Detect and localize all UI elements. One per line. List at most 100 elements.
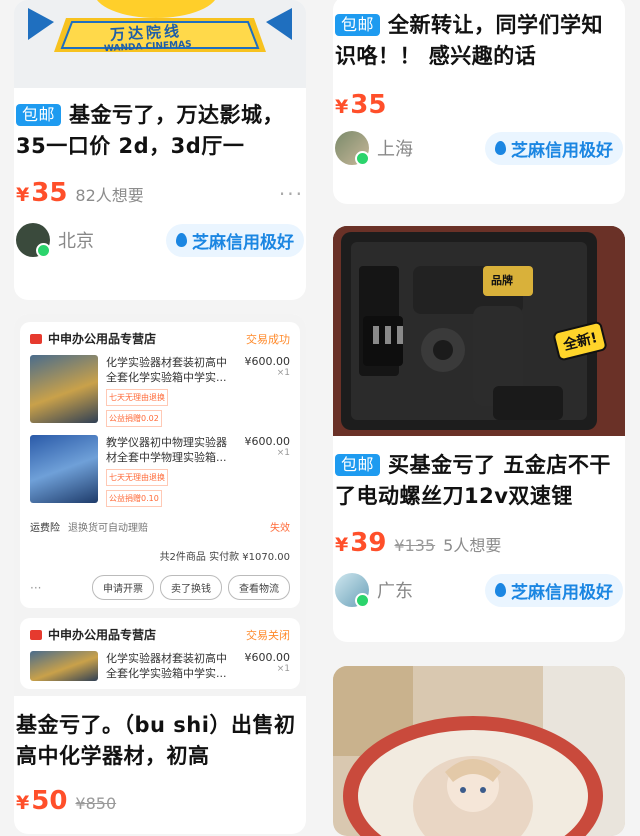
order-item: 化学实验器材套装初高中全套化学实验箱中学实... 七天无理由退换公益捐赠0.02… [30, 355, 290, 427]
listing-card-chemistry[interactable]: 中申办公用品专营店 交易成功 化学实验器材套装初高中全套化学实验箱中学实... … [14, 314, 306, 834]
item-price: ¥600.00 [244, 435, 291, 448]
item-qty: ×1 [276, 664, 290, 674]
order-item: 教学仪器初中物理实验器材全套中学物理实验箱... 七天无理由退换公益捐赠0.10… [30, 435, 290, 507]
item-tag: 公益捐赠0.10 [106, 490, 162, 507]
listing-card-bowl[interactable] [333, 666, 625, 836]
free-shipping-badge: 包邮 [16, 104, 62, 126]
shop-icon [30, 629, 42, 640]
item-tag: 七天无理由退换 [106, 389, 168, 406]
shop-name: 中申办公用品专营店 [48, 332, 157, 346]
insurance-label: 运费险 [30, 523, 60, 534]
want-count: 5人想要 [443, 536, 502, 555]
order-actions: ··· 申请开票 卖了换钱 查看物流 [30, 575, 290, 600]
insurance-status: 失效 [270, 523, 290, 534]
seller-avatar[interactable] [335, 131, 370, 166]
item-desc: 化学实验器材套装初高中全套化学实验箱中学实... [106, 652, 227, 680]
listing-title[interactable]: 包邮 基金亏了，万达影城，35一口价 2d，3d厅一 [14, 100, 306, 162]
order-status: 交易成功 [246, 332, 290, 346]
yen-symbol: ¥ [16, 184, 30, 206]
free-shipping-badge: 包邮 [335, 14, 381, 36]
listing-card-drill[interactable]: 品牌 全新! 包邮 买基金亏了 五金店不干了电动螺丝刀12v双速锂 ¥39 ¥13… [333, 226, 625, 642]
listing-price: ¥39 [335, 528, 386, 558]
price-row: ¥35 [333, 90, 625, 120]
item-qty: ×1 [276, 448, 290, 458]
credit-badge: 芝麻信用极好 [485, 131, 623, 165]
listing-title[interactable]: 基金亏了。（bu shi）出售初高中化学器材，初高 [14, 710, 306, 772]
item-price: ¥600.00 [244, 651, 291, 664]
seller-location: 北京 [58, 231, 94, 252]
credit-text: 芝麻信用极好 [511, 582, 613, 603]
seller-row[interactable]: 上海 芝麻信用极好 [333, 130, 625, 166]
order-status: 交易关闭 [246, 628, 290, 642]
item-thumbnail [30, 355, 98, 423]
listing-title[interactable]: 包邮 全新转让，同学们学知识咯！！ 感兴趣的话 [333, 10, 625, 72]
item-thumbnail [30, 651, 98, 681]
listing-image-bowl[interactable] [333, 666, 625, 836]
invoice-button[interactable]: 申请开票 [92, 575, 154, 600]
item-qty: ×1 [276, 368, 290, 378]
listing-card-wanda[interactable]: 万达院线 WANDA CINEMAS 包邮 基金亏了，万达影城，35一口价 2d，… [14, 0, 306, 300]
seller-location: 上海 [377, 139, 413, 160]
yen-symbol: ¥ [16, 792, 30, 814]
online-status-dot [36, 243, 51, 258]
order-item: 化学实验器材套装初高中全套化学实验箱中学实... ¥600.00 ×1 [30, 651, 290, 681]
credit-badge: 芝麻信用极好 [166, 223, 304, 257]
seller-location: 广东 [377, 581, 413, 602]
order-shop-row: 中申办公用品专营店 交易成功 [30, 330, 290, 347]
credit-badge: 芝麻信用极好 [485, 573, 623, 607]
bowl-photo-graphic [333, 666, 625, 836]
want-count: 82人想要 [75, 186, 144, 205]
listing-title[interactable]: 包邮 买基金亏了 五金店不干了电动螺丝刀12v双速锂 [333, 450, 625, 512]
seller-avatar[interactable] [16, 223, 51, 258]
item-tag: 七天无理由退换 [106, 469, 168, 486]
listing-image-order-screenshot[interactable]: 中申办公用品专营店 交易成功 化学实验器材套装初高中全套化学实验箱中学实... … [14, 314, 306, 696]
free-shipping-badge: 包邮 [335, 454, 381, 476]
item-tag: 公益捐赠0.02 [106, 410, 162, 427]
original-price: ¥850 [75, 794, 117, 813]
price-row: ¥35 82人想要 ··· [14, 178, 306, 208]
price-value: 35 [31, 178, 68, 208]
credit-drop-icon [495, 583, 506, 597]
item-desc: 教学仪器初中物理实验器材全套中学物理实验箱... 七天无理由退换公益捐赠0.10 [106, 435, 228, 507]
more-options-icon[interactable]: ··· [279, 182, 304, 206]
shop-name: 中申办公用品专营店 [48, 628, 157, 642]
seller-avatar[interactable] [335, 573, 370, 608]
left-column: 万达院线 WANDA CINEMAS 包邮 基金亏了，万达影城，35一口价 2d，… [14, 0, 306, 834]
seller-row[interactable]: 北京 芝麻信用极好 [14, 222, 306, 258]
price-value: 35 [350, 90, 387, 120]
original-price: ¥135 [394, 536, 436, 555]
order-shop-row: 中申办公用品专营店 交易关闭 [30, 626, 290, 643]
credit-text: 芝麻信用极好 [511, 140, 613, 161]
insurance-text: 退换货可自动理赔 [68, 523, 148, 534]
right-column: 包邮 全新转让，同学们学知识咯！！ 感兴趣的话 ¥35 上海 芝麻信用极好 品牌… [333, 0, 625, 836]
order-card-2: 中申办公用品专营店 交易关闭 化学实验器材套装初高中全套化学实验箱中学实... … [20, 618, 300, 689]
price-row: ¥50 ¥850 [14, 786, 306, 816]
item-desc-text: 教学仪器初中物理实验器材全套中学物理实验箱... [106, 436, 227, 464]
listing-card-textbook[interactable]: 包邮 全新转让，同学们学知识咯！！ 感兴趣的话 ¥35 上海 芝麻信用极好 [333, 0, 625, 204]
yen-symbol: ¥ [335, 534, 349, 556]
order-total: 共2件商品 实付款 ¥1070.00 [159, 552, 290, 563]
online-status-dot [355, 151, 370, 166]
shop-icon [30, 333, 42, 344]
logistics-button[interactable]: 查看物流 [228, 575, 290, 600]
item-desc: 化学实验器材套装初高中全套化学实验箱中学实... 七天无理由退换公益捐赠0.02 [106, 355, 228, 427]
credit-drop-icon [495, 141, 506, 155]
order-card-1: 中申办公用品专营店 交易成功 化学实验器材套装初高中全套化学实验箱中学实... … [20, 322, 300, 608]
order-more-icon[interactable]: ··· [30, 581, 41, 595]
item-desc-text: 化学实验器材套装初高中全套化学实验箱中学实... [106, 356, 227, 384]
price-row: ¥39 ¥135 5人想要 [333, 528, 625, 558]
drill-brand-label: 品牌 [491, 274, 513, 287]
item-price: ¥600.00 [244, 355, 291, 368]
price-value: 39 [350, 528, 387, 558]
listing-price: ¥50 [16, 786, 67, 816]
credit-drop-icon [176, 233, 187, 247]
online-status-dot [355, 593, 370, 608]
item-thumbnail [30, 435, 98, 503]
credit-text: 芝麻信用极好 [192, 232, 294, 253]
resell-button[interactable]: 卖了换钱 [160, 575, 222, 600]
seller-row[interactable]: 广东 芝麻信用极好 [333, 572, 625, 608]
listing-image-wanda[interactable]: 万达院线 WANDA CINEMAS [14, 0, 306, 88]
listing-image-drill[interactable]: 品牌 全新! [333, 226, 625, 436]
listing-title-text: 基金亏了。（bu shi）出售初高中化学器材，初高 [16, 713, 296, 768]
listing-price: ¥35 [335, 90, 386, 120]
